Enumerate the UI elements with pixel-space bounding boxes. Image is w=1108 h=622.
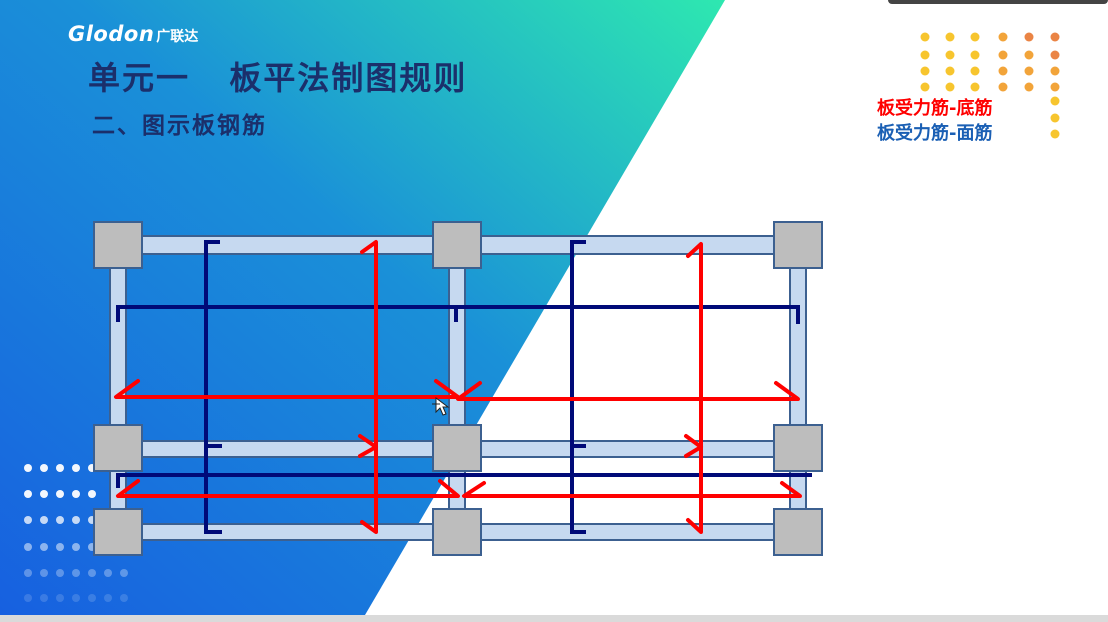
column-9 [773,508,823,556]
legend-top-rebar: 板受力筋-面筋 [877,123,993,144]
column-2 [432,221,482,269]
bottom-rebar-vertical-2 [686,242,703,534]
brand-name: Glodon [68,22,155,46]
page-subtitle: 二、图示板钢筋 [92,113,267,139]
brand-name-cn: 广联达 [156,29,199,45]
legend: 板受力筋-底筋 板受力筋-面筋 [877,96,992,146]
column-6 [773,424,823,472]
column-4 [93,424,143,472]
column-3 [773,221,823,269]
bottom-rebar-horizontal-2 [456,381,800,401]
window-top-tab [888,0,1108,4]
beam-left-upper [109,245,127,447]
column-7 [93,508,143,556]
column-8 [432,508,482,556]
window-bottom-bar [0,615,1108,622]
beam-right-upper [789,245,807,447]
beam-center-upper [448,245,466,447]
column-1 [93,221,143,269]
brand-logo: Glodon 广联达 [68,22,198,46]
page-title: 单元一 板平法制图规则 [88,59,468,97]
slide: Glodon 广联达 单元一 板平法制图规则 二、图示板钢筋 板受力筋-底筋 板… [0,0,1108,615]
top-rebar-vertical-2 [570,240,586,534]
bottom-rebar-horizontal-4 [462,481,802,498]
column-5 [432,424,482,472]
legend-bottom-rebar: 板受力筋-底筋 [877,98,993,119]
